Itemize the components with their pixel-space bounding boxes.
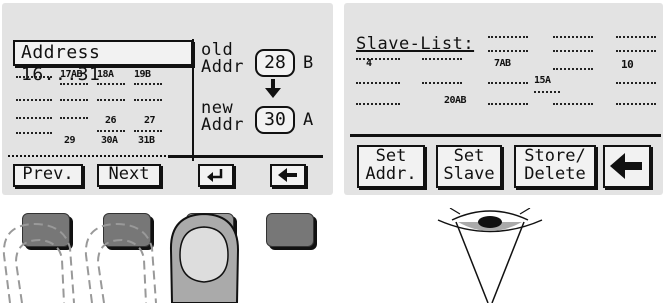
prev-button[interactable]: Prev.	[13, 164, 83, 187]
slave-address-19b: 19B	[134, 69, 151, 80]
empty-slot-dots	[616, 50, 656, 52]
old-address-label: old Addr	[201, 40, 244, 77]
slave-list-screen: Slave-List: 4 7AB 10 15A 20AB Set Addr. …	[344, 3, 663, 195]
softkey-separator	[8, 155, 170, 159]
empty-slot-dots	[488, 50, 528, 52]
underline-dots	[134, 130, 162, 132]
new-address-suffix: A	[303, 110, 314, 130]
back-button[interactable]	[270, 164, 306, 187]
old-address-number: 28	[264, 52, 286, 73]
slave-address-27: 27	[144, 115, 156, 126]
empty-slot-dots	[16, 132, 52, 134]
empty-slot-dots	[97, 99, 125, 101]
enter-icon	[207, 169, 223, 182]
arrow-left-icon	[610, 153, 642, 179]
empty-slot-dots	[60, 117, 88, 119]
vertical-divider	[192, 39, 194, 161]
underline-dots	[97, 130, 125, 132]
address-range-title: Address 16...31	[13, 40, 193, 85]
slave-entry-4: 4	[366, 58, 372, 69]
empty-slot-dots	[488, 82, 528, 84]
empty-slot-dots	[356, 103, 400, 105]
slave-address-31b: 31B	[138, 135, 155, 146]
next-button[interactable]: Next	[97, 164, 161, 187]
empty-slot-dots	[422, 58, 462, 60]
softkey-separator	[350, 134, 661, 137]
empty-slot-dots	[488, 103, 528, 105]
new-address-number: 30	[264, 109, 286, 130]
old-address-value: 28	[255, 49, 295, 77]
address-screen: Address 16...31 17AB 18A 19B 26 27 29 30…	[2, 3, 333, 195]
empty-slot-dots	[16, 99, 52, 101]
set-slave-button[interactable]: Set Slave	[436, 145, 502, 188]
empty-slot-dots	[134, 99, 162, 101]
underline-dots	[134, 83, 162, 85]
empty-slot-dots	[60, 99, 88, 101]
set-address-button[interactable]: Set Addr.	[357, 145, 425, 188]
empty-slot-dots	[356, 82, 400, 84]
back-button[interactable]	[603, 145, 651, 188]
underline-dots	[534, 91, 560, 93]
slave-entry-10: 10	[621, 58, 634, 71]
slave-entry-20ab: 20AB	[444, 95, 467, 106]
empty-slot-dots	[616, 103, 656, 105]
store-delete-button[interactable]: Store/ Delete	[514, 145, 596, 188]
empty-slot-dots	[616, 36, 656, 38]
empty-slot-dots	[553, 68, 593, 70]
underline-dots	[60, 83, 88, 85]
slave-entry-7ab: 7AB	[494, 58, 511, 69]
empty-slot-dots	[616, 82, 656, 84]
slave-address-26: 26	[105, 115, 117, 126]
slave-entry-15a: 15A	[534, 75, 551, 86]
slave-address-18a: 18A	[97, 69, 114, 80]
underline-dots	[97, 83, 125, 85]
slave-list-title: Slave-List:	[356, 34, 475, 54]
empty-slot-dots	[553, 50, 593, 52]
slave-address-29: 29	[64, 135, 76, 146]
slave-address-17ab: 17AB	[60, 69, 83, 80]
arrow-down-icon	[265, 79, 281, 98]
empty-slot-dots	[16, 76, 52, 78]
enter-button[interactable]	[198, 164, 234, 187]
empty-slot-dots	[553, 36, 593, 38]
new-address-label: new Addr	[201, 98, 244, 135]
slave-address-30a: 30A	[101, 135, 118, 146]
empty-slot-dots	[553, 103, 593, 105]
finger-press-illustration	[2, 212, 240, 303]
empty-slot-dots	[16, 117, 52, 119]
empty-slot-dots	[356, 58, 400, 60]
empty-slot-dots	[422, 82, 462, 84]
arrow-left-icon	[278, 168, 297, 182]
eye-view-illustration	[437, 208, 543, 303]
softkey-separator	[168, 155, 323, 158]
old-address-suffix: B	[303, 53, 314, 73]
new-address-value: 30	[255, 106, 295, 134]
empty-slot-dots	[488, 36, 528, 38]
